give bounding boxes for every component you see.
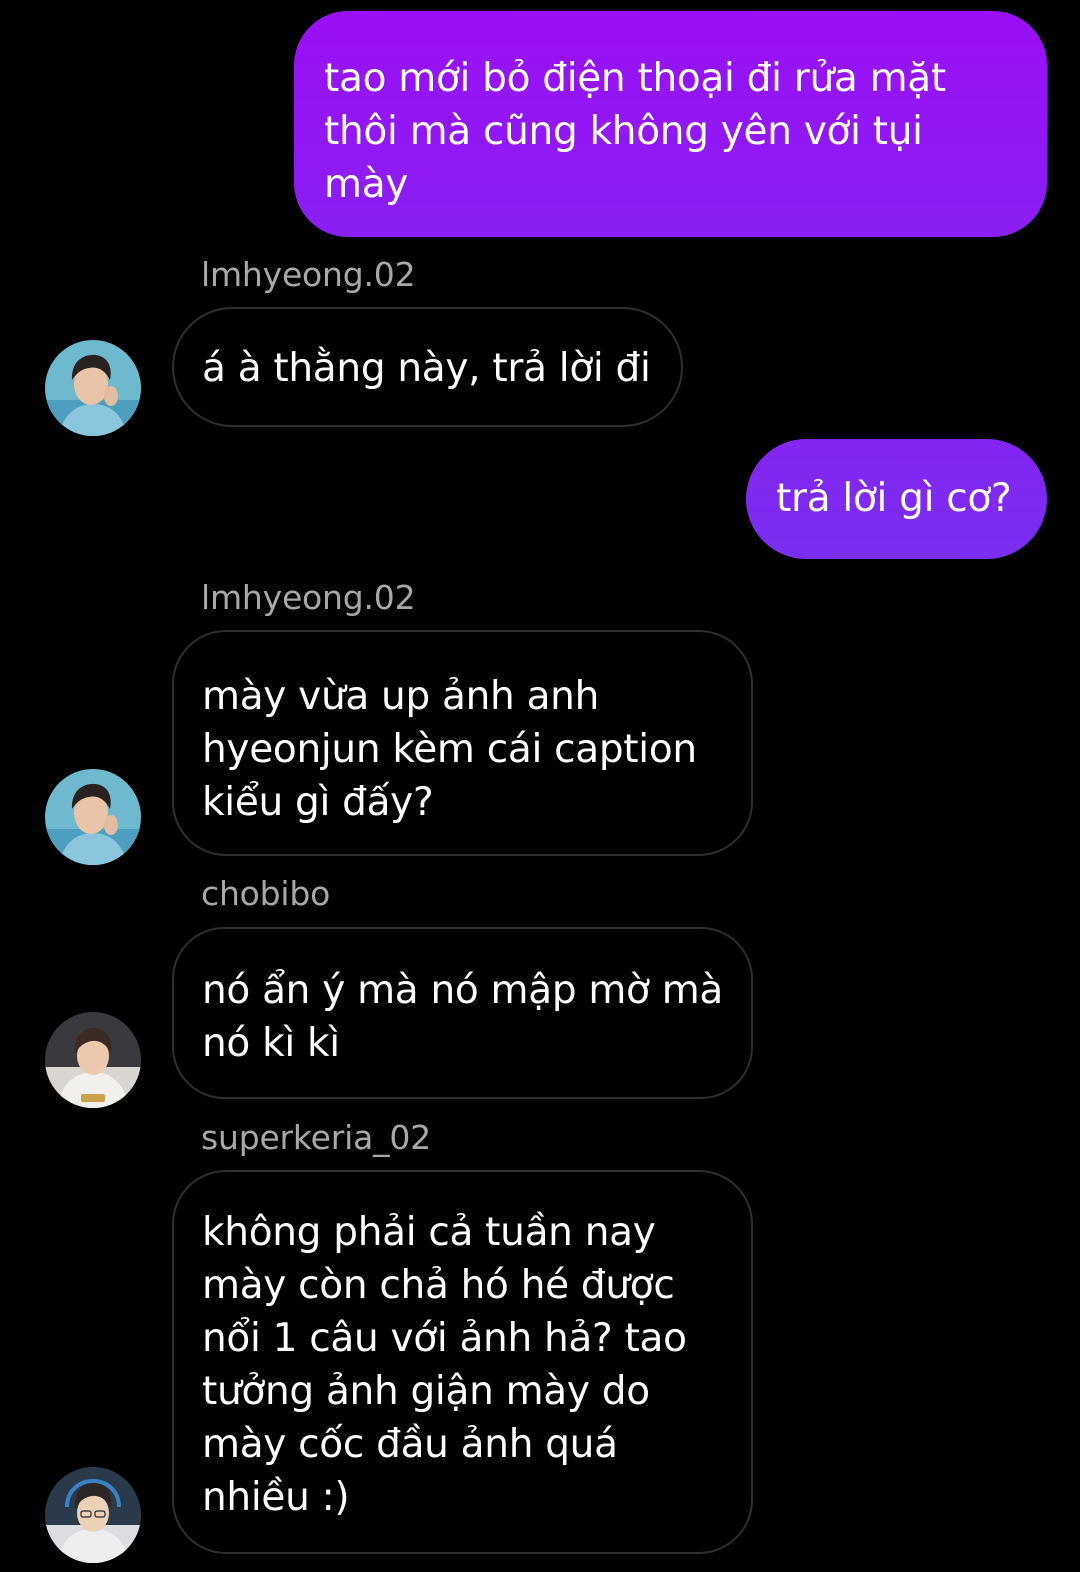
sent-message-text: trả lời gì cơ? [776,476,1012,521]
received-message-bubble[interactable]: á à thằng này, trả lời đi [172,307,683,427]
received-message-bubble[interactable]: mày vừa up ảnh anh hyeonjun kèm cái capt… [172,630,753,856]
avatar-lmhyeong[interactable] [45,340,141,436]
received-message-bubble[interactable]: nó ẩn ý mà nó mập mờ mà nó kì kì [172,927,753,1099]
sender-username: lmhyeong.02 [201,255,416,294]
avatar-chobibo[interactable] [45,1012,141,1108]
received-message-text: nó ẩn ý mà nó mập mờ mà nó kì kì [202,968,724,1066]
avatar-superkeria[interactable] [45,1467,141,1563]
received-message-text: á à thằng này, trả lời đi [202,346,651,391]
avatar-lmhyeong[interactable] [45,769,141,865]
sender-username: chobibo [201,874,331,913]
sent-message-text: tao mới bỏ điện thoại đi rửa mặt thôi mà… [324,56,946,207]
received-message-bubble[interactable]: không phải cả tuần nay mày còn chả hó hé… [172,1170,753,1554]
sender-username: superkeria_02 [201,1118,432,1157]
sent-message-bubble[interactable]: tao mới bỏ điện thoại đi rửa mặt thôi mà… [294,11,1047,237]
received-message-text: không phải cả tuần nay mày còn chả hó hé… [202,1210,687,1520]
sent-message-bubble[interactable]: trả lời gì cơ? [746,439,1047,559]
received-message-text: mày vừa up ảnh anh hyeonjun kèm cái capt… [202,674,697,825]
sender-username: lmhyeong.02 [201,578,416,617]
